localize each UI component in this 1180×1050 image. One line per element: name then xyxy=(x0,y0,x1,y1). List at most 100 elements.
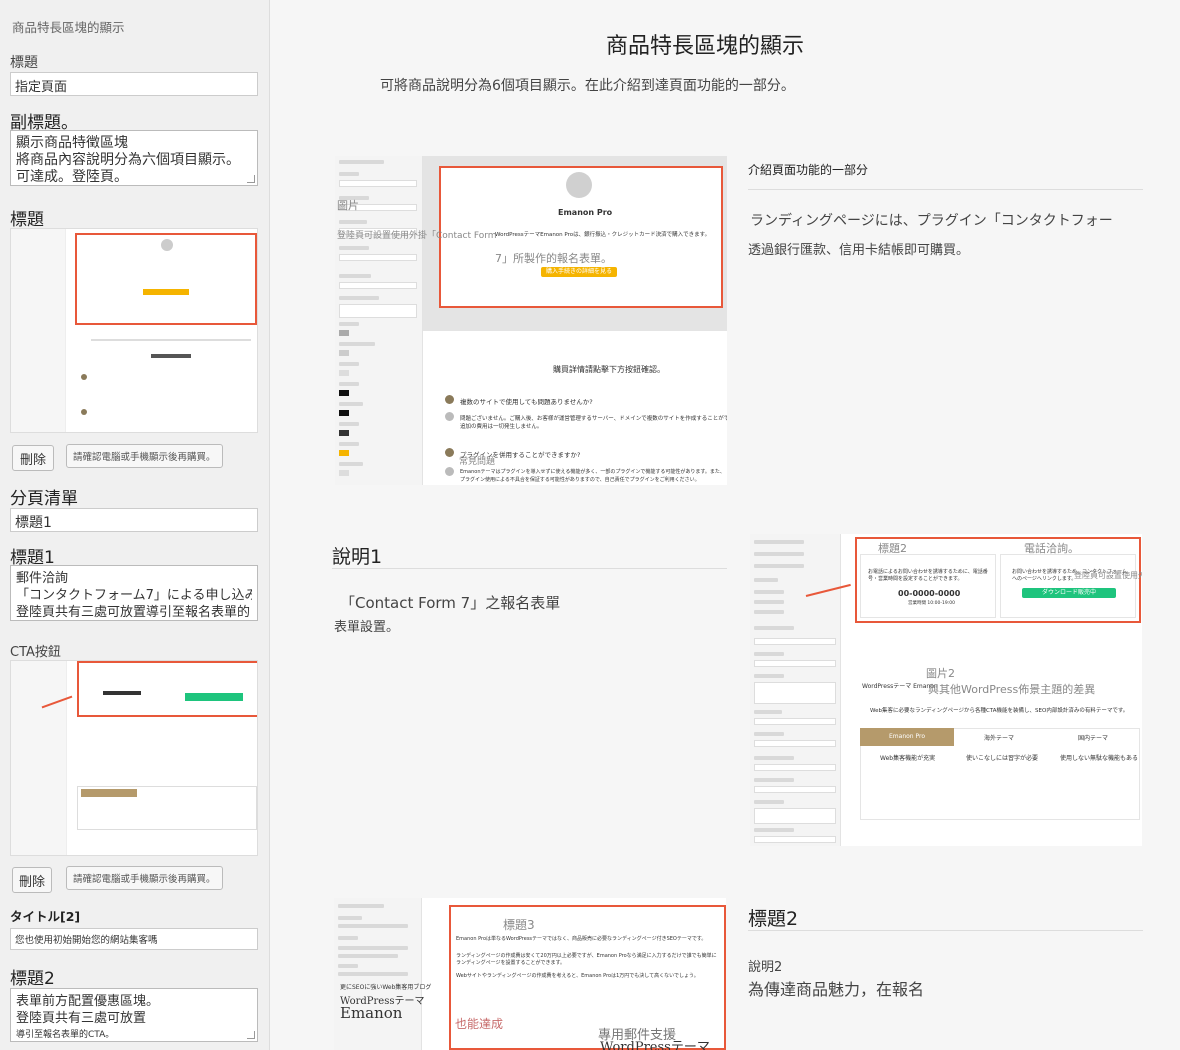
feature2-title: 標題2 xyxy=(748,908,799,930)
compare-desc: Web集客に必要なランディングページから各種CTA機能を装備し、SEO内部設計済… xyxy=(870,708,1129,714)
phone-label: 標題2 xyxy=(878,542,907,555)
compare-cell: 使いこなしには習字が必要 xyxy=(966,755,1039,762)
sidebar-section-heading: 商品特長區塊的顯示 xyxy=(12,20,125,35)
compare-col: 国内テーマ xyxy=(1078,735,1109,742)
faq-answer: プラグイン使用による不具合を保証する可能性がありますので、自己責任でプラグインを… xyxy=(460,477,700,483)
faq-overlay: 常見問題 xyxy=(459,457,496,467)
phone-number: 00-0000-0000 xyxy=(898,589,961,598)
mail-card xyxy=(1000,554,1136,618)
feature1-text: 「Contact Form 7」之報名表單 xyxy=(340,594,561,612)
divider xyxy=(748,930,1143,931)
admin-panel xyxy=(750,534,841,846)
feature2-text: 說明2 xyxy=(748,960,783,975)
compare-col: 海外テーマ xyxy=(984,735,1015,742)
delete-button[interactable]: 刪除 xyxy=(12,445,54,471)
feature2-text: 為傳達商品魅力，在報名 xyxy=(748,980,925,999)
item2-textarea[interactable]: 表單前方配置優惠區塊。 登陸頁共有三處可放置 導引至報名表單的CTA。 xyxy=(10,988,258,1042)
item2-label: 標題2 xyxy=(10,969,55,989)
theme-text: WordPressテーマ xyxy=(600,1040,710,1050)
divider xyxy=(748,189,1143,190)
admin-panel: 更にSEOに強いWeb集客用ブログ WordPressテーマ Emanon xyxy=(334,898,431,1050)
preview-line xyxy=(91,339,251,341)
pagination-label: 分頁清單 xyxy=(10,489,78,509)
red-label: 也能達成 xyxy=(455,1017,504,1031)
shot1-overlay: 7」所製作的報名表單。 xyxy=(495,252,612,265)
subtitle-textarea[interactable]: 顯示商品特徵區塊 將商品內容說明分為六個項目顯示。 可達成。登陸頁。 xyxy=(10,130,258,186)
shot1-overlay: 圖片 xyxy=(337,199,359,212)
feature-image-3: 更にSEOに強いWeb集客用ブログ WordPressテーマ Emanon 標題… xyxy=(334,898,726,1050)
faq-q-icon xyxy=(445,448,454,457)
image-label: 圖片2 xyxy=(926,667,955,680)
business-hours: 営業時間 10:00-19:00 xyxy=(908,601,955,606)
title-input[interactable]: 指定頁面 xyxy=(10,72,258,96)
shot3-label: 標題3 xyxy=(503,918,535,932)
faq-a-icon xyxy=(445,412,454,421)
faq-question: 複数のサイトで使用しても問題ありませんか? xyxy=(460,398,593,406)
cta-label: CTA按鈕 xyxy=(10,645,61,660)
compare-cell: Web集客機能が充実 xyxy=(880,755,936,762)
delete-button-2[interactable]: 刪除 xyxy=(12,867,52,893)
feature0-text: 透過銀行匯款、信用卡結帳即可購買。 xyxy=(748,243,970,258)
image-preview-1[interactable] xyxy=(10,228,258,433)
feature0-heading: 介紹頁面功能的一部分 xyxy=(748,163,869,177)
subtitle-line: 可達成。登陸頁。 xyxy=(16,169,128,185)
side-overlay: 登陸頁可設置使用外掛 xyxy=(1074,571,1142,580)
subtitle-line: 顯示商品特徵區塊 xyxy=(16,135,128,151)
preview-sidebar xyxy=(11,229,66,432)
feature-image-1: Emanon Pro WordPressテーマEmanon Proは、銀行振込・… xyxy=(335,156,727,485)
image-preview-2[interactable] xyxy=(10,660,258,856)
preview-download xyxy=(185,693,243,701)
preview-cta xyxy=(143,289,189,295)
title2-input[interactable]: 您也使用初始開始您的網站集客嗎 xyxy=(10,928,258,950)
shot1-cta: 購入手続きの詳細を見る xyxy=(541,267,617,277)
image-label: 標題 xyxy=(10,210,44,230)
compare-cell: 使用しない無駄な機能もある xyxy=(1060,755,1139,762)
feature0-text: ランディングページには、プラグイン「コンタクトフォー xyxy=(750,213,1113,229)
settings-sidebar: 商品特長區塊的顯示 標題 指定頁面 副標題。 顯示商品特徵區塊 將商品內容說明分… xyxy=(0,0,270,1050)
page-title: 商品特長區塊的顯示 xyxy=(605,34,804,59)
preview-area: 商品特長區塊的顯示 可將商品說明分為6個項目顯示。在此介紹到達頁面功能的一部分。 xyxy=(270,0,1180,1050)
faq-q-icon xyxy=(445,395,454,404)
compare-col: Emanon Pro xyxy=(889,733,926,740)
shot1-desc: WordPressテーマEmanon Proは、銀行振込・クレジットカード決済で… xyxy=(495,232,711,238)
preview-sidebar xyxy=(11,661,67,855)
preview-line xyxy=(151,354,191,358)
item1-textarea[interactable]: 郵件洽詢 「コンタクトフォーム7」による申し込みフ 登陸頁共有三處可放置導引至報… xyxy=(10,565,258,621)
preview-table-head xyxy=(81,789,137,797)
page-subtitle: 可將商品說明分為6個項目顯示。在此介紹到達頁面功能的一部分。 xyxy=(380,78,795,94)
title2-label: タイトル[2] xyxy=(10,909,81,924)
shot1-overlay: 登陸頁可設置使用外掛「Contact Form xyxy=(337,231,497,241)
item1-line: 登陸頁共有三處可放置導引至報名表單的 xyxy=(16,605,251,620)
faq-answer: 問題ございません。ご購入後、お客様が運営管理するサーバー、ドメインで複数のサイト… xyxy=(460,416,727,422)
resize-handle[interactable] xyxy=(247,1031,255,1039)
preview-hint-2: 請確認電腦或手機顯示後再購買。 xyxy=(66,866,223,890)
preview-phone xyxy=(103,691,141,695)
resize-handle[interactable] xyxy=(247,175,255,183)
blog-line: 更にSEOに強いWeb集客用ブログ xyxy=(340,984,432,991)
promo-line: Webサイトやランディングページの作成費を考えると、Emanon Proは1万円… xyxy=(456,973,699,979)
phone-text: お電話によるお問い合わせを誘導するために、電話番号・営業時間を設定することができ… xyxy=(868,569,988,582)
faq-answer: 追加の費用は一切発生しません。 xyxy=(460,424,543,430)
compare-title: 與其他WordPress佈景主題的差異 xyxy=(928,683,1096,696)
compare-prefix: WordPressテーマ Emanon xyxy=(862,683,938,690)
faq-a-icon xyxy=(445,467,454,476)
feature1-title: 說明1 xyxy=(332,546,383,568)
promo-line: Emanon Proは単なるWordPressテーマではなく、商品販売に必要なラ… xyxy=(456,936,707,942)
feature-image-2: 標題2 電話洽詢。 お電話によるお問い合わせを誘導するために、電話番号・営業時間… xyxy=(750,534,1142,846)
item1-line: 「コンタクトフォーム7」による申し込みフ xyxy=(16,588,252,603)
download-button: ダウンロード販売中 xyxy=(1022,588,1116,598)
divider xyxy=(332,568,727,569)
item1-line: 郵件洽詢 xyxy=(16,571,69,586)
promo-line: ランディングページの作成費は安くて20万円以上必要ですが、Emanon Proな… xyxy=(456,953,717,966)
item2-line: 登陸頁共有三處可放置 xyxy=(16,1011,147,1026)
preview-highlight xyxy=(77,661,257,717)
preview-avatar xyxy=(161,239,173,251)
item2-line: 導引至報名表單的CTA。 xyxy=(16,1030,115,1040)
feature1-text: 表單設置。 xyxy=(334,620,400,635)
item2-line: 表單前方配置優惠區塊。 xyxy=(16,994,160,1009)
mail-icon xyxy=(566,172,592,198)
subtitle-line: 將商品內容說明分為六個項目顯示。 xyxy=(16,152,240,168)
pagination-input[interactable]: 標題1 xyxy=(10,508,258,532)
preview-dot xyxy=(81,409,87,415)
preview-hint: 請確認電腦或手機顯示後再購買。 xyxy=(66,444,223,468)
